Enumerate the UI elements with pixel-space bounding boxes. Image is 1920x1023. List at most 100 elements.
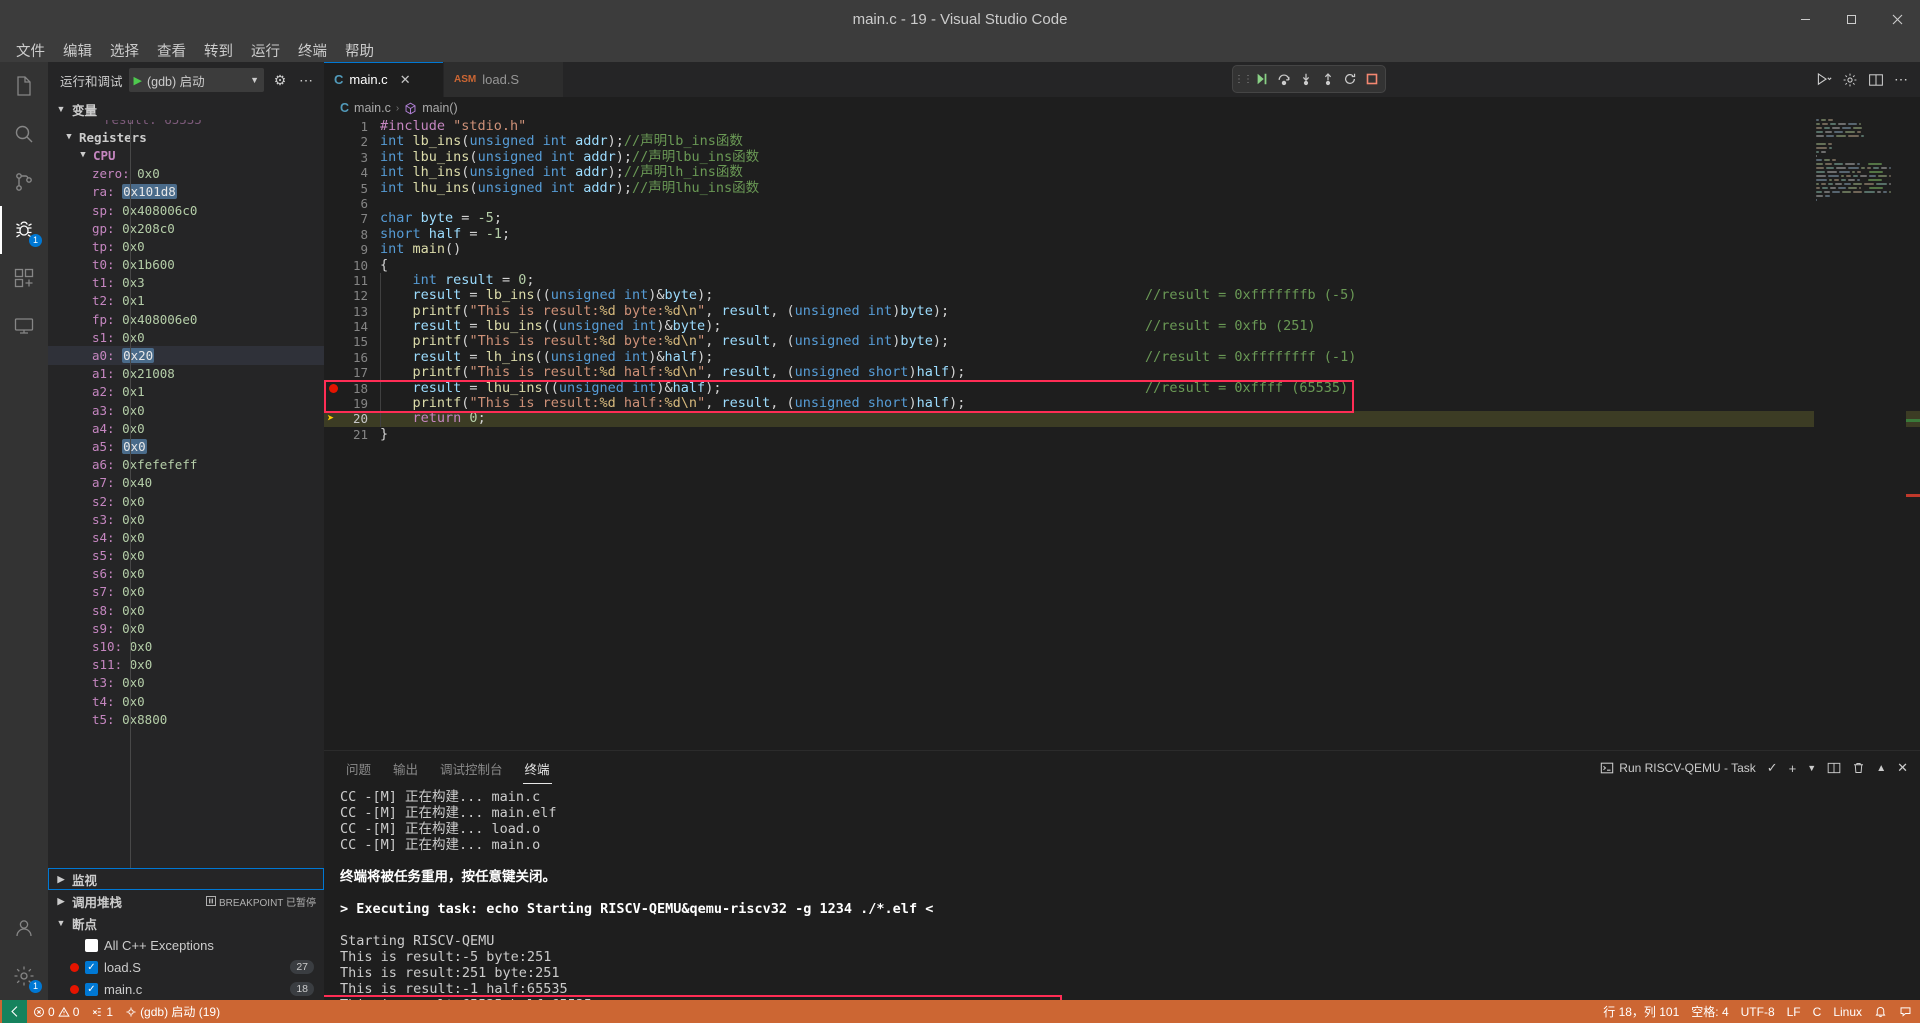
line-number-gutter[interactable]: 13: [324, 304, 380, 319]
menu-edit[interactable]: 编辑: [55, 38, 100, 63]
new-terminal-icon[interactable]: +: [1789, 761, 1797, 776]
breakpoint-checkbox[interactable]: ✓: [85, 983, 98, 996]
register-row[interactable]: s8: 0x0: [48, 601, 324, 619]
breakpoint-checkbox[interactable]: [85, 939, 98, 952]
register-row[interactable]: s7: 0x0: [48, 583, 324, 601]
line-number-gutter[interactable]: 8: [324, 227, 380, 242]
split-editor-right-icon[interactable]: [1868, 72, 1884, 88]
manage-settings-icon[interactable]: 1: [0, 952, 48, 1000]
register-row[interactable]: t1: 0x3: [48, 274, 324, 292]
code-line[interactable]: 8short half = -1;: [324, 227, 1920, 242]
code-line[interactable]: 6: [324, 196, 1920, 211]
register-row[interactable]: a0: 0x20: [48, 346, 324, 364]
registers-group-row[interactable]: ▼Registers: [48, 128, 324, 146]
close-tab-icon[interactable]: ✕: [400, 72, 411, 88]
code-line[interactable]: 13 printf("This is result:%d byte:%d\n",…: [324, 304, 1920, 319]
register-row[interactable]: a3: 0x0: [48, 401, 324, 419]
breakpoint-marker-icon[interactable]: [329, 384, 338, 393]
register-row[interactable]: t0: 0x1b600: [48, 256, 324, 274]
start-debug-icon[interactable]: ▶: [134, 74, 142, 87]
feedback-icon[interactable]: [1893, 1000, 1918, 1023]
code-editor[interactable]: 1#include "stdio.h"2int lb_ins(unsigned …: [324, 119, 1920, 750]
line-number-gutter[interactable]: 6: [324, 196, 380, 211]
code-line[interactable]: 9int main(): [324, 242, 1920, 257]
settings-gear-icon[interactable]: [1842, 72, 1858, 88]
line-number-gutter[interactable]: 2: [324, 134, 380, 149]
remote-indicator[interactable]: [2, 1000, 27, 1023]
register-row[interactable]: a4: 0x0: [48, 419, 324, 437]
line-number-gutter[interactable]: 15: [324, 334, 380, 349]
stop-button[interactable]: [1361, 68, 1382, 90]
language-mode-status[interactable]: C: [1807, 1000, 1828, 1023]
register-row[interactable]: ra: 0x101d8: [48, 183, 324, 201]
code-line[interactable]: 4int lh_ins(unsigned int addr);//声明lh_in…: [324, 165, 1920, 180]
code-line[interactable]: 21}: [324, 427, 1920, 442]
line-number-gutter[interactable]: 21: [324, 427, 380, 442]
extensions-icon[interactable]: [0, 254, 48, 302]
register-row[interactable]: s2: 0x0: [48, 492, 324, 510]
register-row[interactable]: s1: 0x0: [48, 328, 324, 346]
register-row[interactable]: sp: 0x408006c0: [48, 201, 324, 219]
step-into-button[interactable]: [1295, 68, 1316, 90]
register-row[interactable]: gp: 0x208c0: [48, 219, 324, 237]
minimize-button[interactable]: [1782, 0, 1828, 38]
tab-load-s[interactable]: ASM load.S: [444, 62, 564, 97]
continue-button[interactable]: [1251, 68, 1272, 90]
problems-status[interactable]: 0 0: [27, 1000, 85, 1023]
register-row[interactable]: zero: 0x0: [48, 165, 324, 183]
indentation-status[interactable]: 空格: 4: [1685, 1000, 1734, 1023]
register-row[interactable]: t4: 0x0: [48, 692, 324, 710]
register-row[interactable]: t5: 0x8800: [48, 710, 324, 728]
open-launch-json-gear-icon[interactable]: ⚙: [270, 72, 290, 89]
line-number-gutter[interactable]: 17: [324, 365, 380, 380]
debug-floating-toolbar[interactable]: ⋮⋮: [1232, 65, 1386, 93]
tab-output[interactable]: 输出: [391, 753, 420, 784]
line-number-gutter[interactable]: 12: [324, 288, 380, 303]
search-icon[interactable]: [0, 110, 48, 158]
breadcrumb-symbol[interactable]: main(): [422, 101, 457, 115]
code-line[interactable]: 15 printf("This is result:%d byte:%d\n",…: [324, 334, 1920, 349]
breakpoint-row[interactable]: ✓main.c18: [48, 978, 324, 1000]
line-number-gutter[interactable]: 3: [324, 150, 380, 165]
debug-more-actions-icon[interactable]: ⋯: [296, 72, 316, 89]
tab-debug-console[interactable]: 调试控制台: [438, 753, 505, 784]
line-number-gutter[interactable]: 1: [324, 119, 380, 134]
register-row[interactable]: tp: 0x0: [48, 237, 324, 255]
breakpoint-checkbox[interactable]: ✓: [85, 961, 98, 974]
code-line[interactable]: 16 result = lh_ins((unsigned int)&half);…: [324, 350, 1920, 365]
close-button[interactable]: [1874, 0, 1920, 38]
code-line[interactable]: 11 int result = 0;: [324, 273, 1920, 288]
tab-problems[interactable]: 问题: [344, 753, 373, 784]
code-line[interactable]: 7char byte = -5;: [324, 211, 1920, 226]
terminal-selector[interactable]: Run RISCV-QEMU - Task: [1600, 761, 1755, 775]
code-line[interactable]: 10{: [324, 258, 1920, 273]
cursor-position[interactable]: 行 18，列 101: [1597, 1000, 1685, 1023]
code-line[interactable]: 1#include "stdio.h": [324, 119, 1920, 134]
register-row[interactable]: s5: 0x0: [48, 547, 324, 565]
terminal-check-icon[interactable]: ✓: [1767, 760, 1778, 776]
step-out-button[interactable]: [1317, 68, 1338, 90]
run-and-debug-icon[interactable]: 1: [0, 206, 48, 254]
line-number-gutter[interactable]: 4: [324, 165, 380, 180]
register-row[interactable]: fp: 0x408006e0: [48, 310, 324, 328]
line-number-gutter[interactable]: 11: [324, 273, 380, 288]
code-line[interactable]: ➤20 return 0;: [324, 411, 1920, 426]
menu-go[interactable]: 转到: [196, 38, 241, 63]
register-row[interactable]: s10: 0x0: [48, 637, 324, 655]
watch-section-header[interactable]: ▶ 监视: [48, 868, 324, 890]
drag-handle-icon[interactable]: ⋮⋮: [1236, 68, 1250, 90]
notifications-bell-icon[interactable]: [1868, 1000, 1893, 1023]
maximize-button[interactable]: [1828, 0, 1874, 38]
maximize-panel-icon[interactable]: ▲: [1876, 763, 1886, 774]
step-over-button[interactable]: [1273, 68, 1294, 90]
breadcrumb-file[interactable]: main.c: [354, 101, 391, 115]
register-row[interactable]: s9: 0x0: [48, 619, 324, 637]
menu-terminal[interactable]: 终端: [290, 38, 335, 63]
terminal-output[interactable]: CC -[M] 正在构建... main.cCC -[M] 正在构建... ma…: [324, 785, 1920, 1000]
restart-button[interactable]: [1339, 68, 1360, 90]
menu-view[interactable]: 查看: [149, 38, 194, 63]
menu-file[interactable]: 文件: [8, 38, 53, 63]
line-number-gutter[interactable]: 9: [324, 242, 380, 257]
menu-selection[interactable]: 选择: [102, 38, 147, 63]
platform-status[interactable]: Linux: [1827, 1000, 1868, 1023]
